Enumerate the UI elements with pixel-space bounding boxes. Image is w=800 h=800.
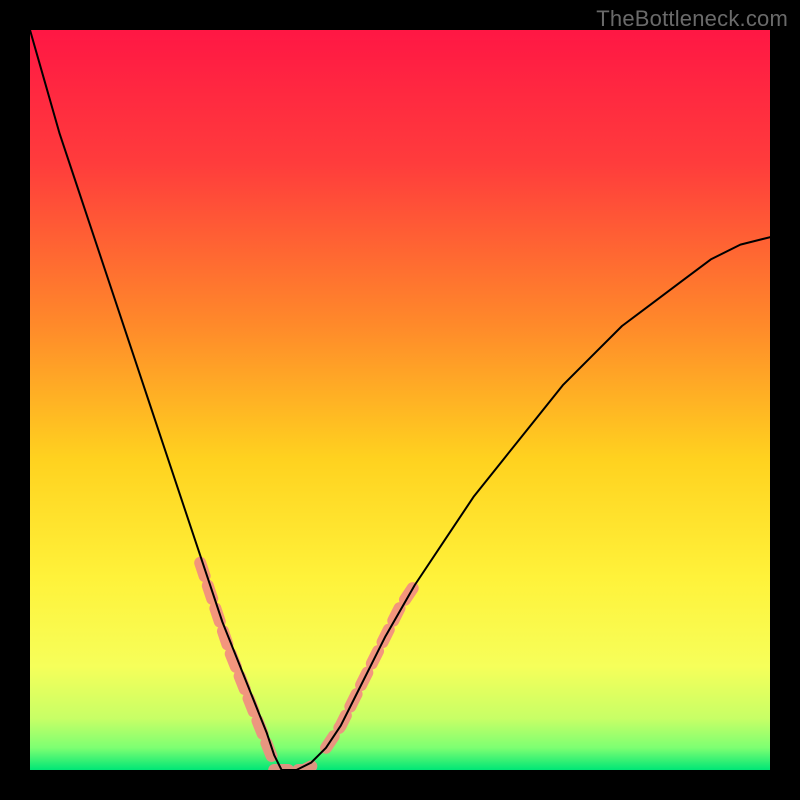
chart-canvas — [30, 30, 770, 770]
watermark-text: TheBottleneck.com — [596, 6, 788, 32]
bottleneck-chart — [30, 30, 770, 770]
chart-background — [30, 30, 770, 770]
